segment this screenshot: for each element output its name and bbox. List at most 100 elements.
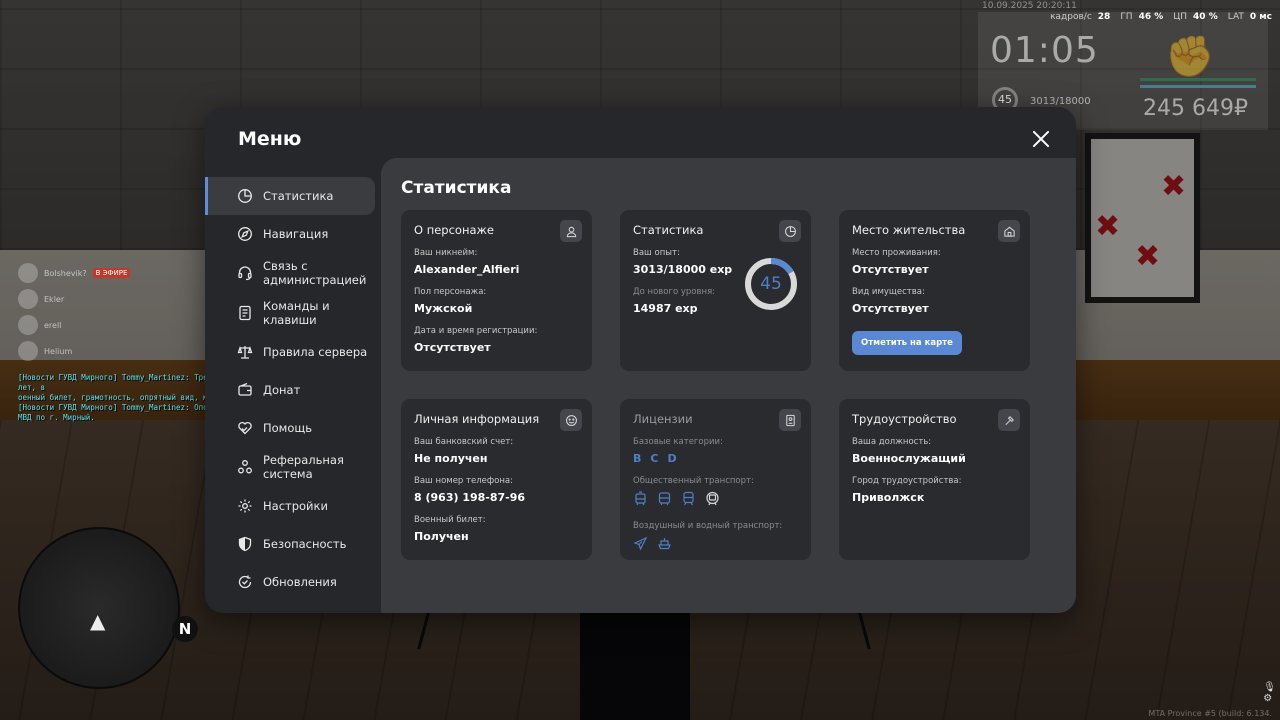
wallet-icon xyxy=(237,382,253,398)
menu-sidebar: Статистика Навигация Связь с администрац… xyxy=(205,177,381,601)
settings-icon: ⚙ xyxy=(1263,693,1273,704)
position-label: Ваша должность: xyxy=(852,437,932,447)
card-residence: Место жительства Место проживания: Отсут… xyxy=(839,210,1030,371)
voice-user: erell xyxy=(18,312,130,338)
sidebar-item-label: Навигация xyxy=(263,227,329,241)
card-title: О персонаже xyxy=(414,223,494,237)
gender-value: Мужской xyxy=(414,302,473,315)
sidebar-item-label: Помощь xyxy=(263,421,313,435)
residence-label: Место проживания: xyxy=(852,248,941,258)
heart-hands-icon xyxy=(237,420,253,436)
card-personal: Личная информация Ваш банковский счет: Н… xyxy=(401,399,592,560)
sidebar-item-statistics[interactable]: Статистика xyxy=(205,177,375,215)
sidebar-item-label: Настройки xyxy=(263,499,328,513)
voice-chat-list: Bolshevik? В ЭФИРЕ Ekler erell Helium xyxy=(18,260,131,364)
public-transport-label: Общественный транспорт: xyxy=(633,476,754,486)
headset-icon xyxy=(237,265,253,281)
level-value: 45 xyxy=(760,274,782,294)
air-water-transport-label: Воздушный и водный транспорт: xyxy=(633,521,783,531)
id-card-icon xyxy=(779,409,801,431)
voice-user: Ekler xyxy=(18,286,130,312)
hud-money: 245 649₽ xyxy=(1143,96,1248,121)
sidebar-item-admin-contact[interactable]: Связь с администрацией xyxy=(205,253,381,293)
public-transport-icons xyxy=(633,491,798,510)
page-title: Статистика xyxy=(401,178,512,198)
registration-value: Отсутствует xyxy=(414,341,491,354)
document-list-icon xyxy=(237,305,253,321)
card-employment: Трудоустройство Ваша должность: Военносл… xyxy=(839,399,1030,560)
card-licenses: Лицензии Базовые категории: B C D Общест… xyxy=(620,399,811,560)
military-label: Военный билет: xyxy=(414,515,486,525)
military-value: Получен xyxy=(414,530,469,543)
avatar xyxy=(18,341,38,361)
sidebar-item-rules[interactable]: Правила сервера xyxy=(205,333,381,371)
license-category: B xyxy=(633,452,642,465)
close-button[interactable] xyxy=(1029,127,1053,151)
smiley-icon xyxy=(560,409,582,431)
sidebar-item-label: Реферальная система xyxy=(263,453,344,481)
base-categories: B C D xyxy=(633,452,798,465)
sidebar-item-label: Статистика xyxy=(263,189,334,203)
card-title: Трудоустройство xyxy=(852,412,957,426)
microphone-icon: 🎙 xyxy=(1263,682,1276,693)
residence-value: Отсутствует xyxy=(852,263,929,276)
work-city-value: Приволжск xyxy=(852,491,925,504)
minimap: ▲ N xyxy=(18,527,198,689)
voice-user: Helium xyxy=(18,338,130,364)
property-label: Вид имущества: xyxy=(852,287,925,297)
sidebar-item-settings[interactable]: Настройки xyxy=(205,487,381,525)
position-value: Военнослужащий xyxy=(852,452,966,465)
chart-pie-icon xyxy=(237,188,253,204)
card-character: О персонаже Ваш никнейм: Alexander_Alfie… xyxy=(401,210,592,371)
sidebar-item-commands[interactable]: Команды и клавиши xyxy=(205,293,381,333)
sidebar-item-label: Донат xyxy=(263,383,301,397)
compass-icon xyxy=(237,226,253,242)
sidebar-item-donate[interactable]: Донат xyxy=(205,371,381,409)
nickname-label: Ваш никнейм: xyxy=(414,248,478,258)
sidebar-item-updates[interactable]: Обновления xyxy=(205,563,381,601)
nickname-value: Alexander_Alfieri xyxy=(414,263,520,276)
build-info: MTA Province #5 (build: 6.134. xyxy=(1148,709,1272,718)
sidebar-item-navigation[interactable]: Навигация xyxy=(205,215,381,253)
latency-stat: LAT 0 мс xyxy=(1227,12,1272,22)
mark-on-map-button[interactable]: Отметить на карте xyxy=(852,331,962,355)
north-indicator: N xyxy=(172,616,198,642)
house-icon xyxy=(998,220,1020,242)
license-category: D xyxy=(667,452,677,465)
referral-network-icon xyxy=(237,459,253,475)
card-title: Место жительства xyxy=(852,223,966,237)
card-title: Личная информация xyxy=(414,412,540,426)
armor-bar xyxy=(1140,85,1256,88)
gear-icon xyxy=(237,498,253,514)
sidebar-item-help[interactable]: Помощь xyxy=(205,409,381,447)
side-icons: 🎙 ⚙ xyxy=(1263,682,1276,704)
phone-value: 8 (963) 198-87-96 xyxy=(414,491,526,504)
registration-label: Дата и время регистрации: xyxy=(414,326,538,336)
hammer-icon xyxy=(998,409,1020,431)
fist-icon: ✊ xyxy=(1165,34,1215,80)
sidebar-item-label: Правила сервера xyxy=(263,345,368,359)
user-icon xyxy=(560,220,582,242)
hud-date: 10.09.2025 20:20:11 xyxy=(982,1,1077,11)
boat-icon xyxy=(657,536,672,555)
license-category: C xyxy=(650,452,659,465)
sidebar-item-security[interactable]: Безопасность xyxy=(205,525,381,563)
work-city-label: Город трудоустройства: xyxy=(852,476,962,486)
player-arrow-icon: ▲ xyxy=(90,609,106,633)
sidebar-item-label: Обновления xyxy=(263,575,337,589)
hud-exp: 3013/18000 xyxy=(1030,96,1091,107)
chart-pie-icon xyxy=(779,220,801,242)
sidebar-item-label: Связь с администрацией xyxy=(263,259,367,287)
sidebar-item-referral[interactable]: Реферальная система xyxy=(205,447,381,487)
health-bar xyxy=(1140,78,1256,81)
refresh-check-icon xyxy=(237,574,253,590)
voice-user: Bolshevik? В ЭФИРЕ xyxy=(18,260,131,286)
shield-icon xyxy=(237,536,253,552)
live-badge: В ЭФИРЕ xyxy=(92,268,131,278)
avatar xyxy=(18,263,38,283)
gpu-stat: ГП 46 % xyxy=(1120,12,1164,22)
sidebar-item-label: Безопасность xyxy=(263,537,347,551)
plane-icon xyxy=(633,536,648,555)
bank-value: Не получен xyxy=(414,452,488,465)
gender-label: Пол персонажа: xyxy=(414,287,487,297)
